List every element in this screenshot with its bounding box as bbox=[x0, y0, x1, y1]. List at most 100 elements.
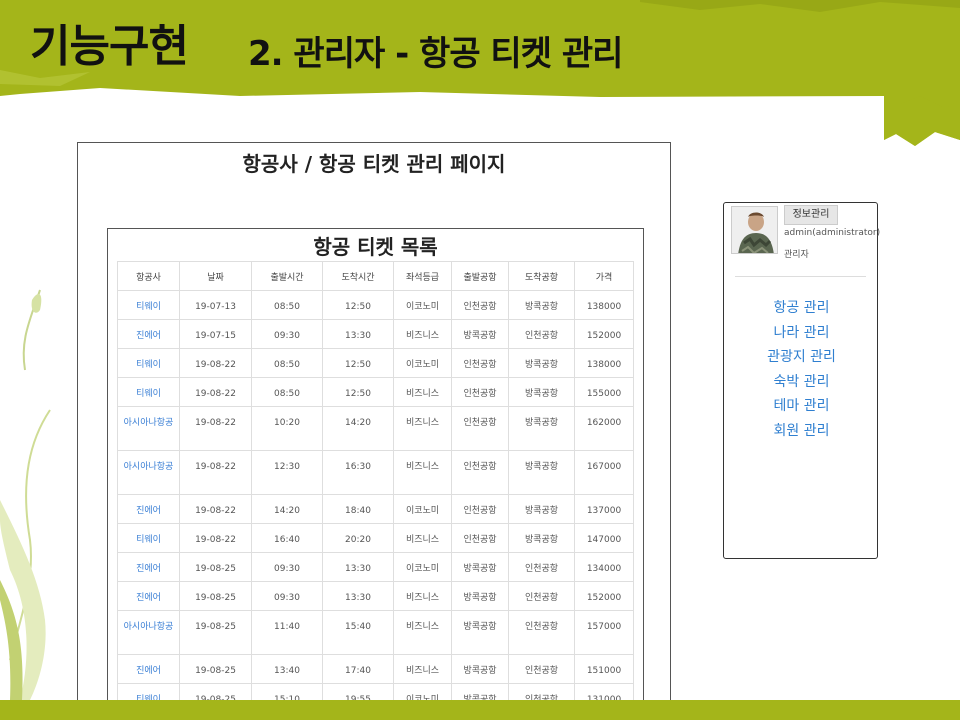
cell-arrival-airport: 인천공항 bbox=[508, 654, 575, 684]
cell-price: 151000 bbox=[574, 654, 634, 684]
cell-departure-airport: 방콕공항 bbox=[451, 610, 509, 655]
cell-departure-time: 08:50 bbox=[251, 290, 323, 320]
column-header-date[interactable]: 날짜 bbox=[179, 261, 252, 291]
cell-price: 137000 bbox=[574, 494, 634, 524]
cell-arrival-time: 16:30 bbox=[322, 450, 394, 495]
sidebar-divider bbox=[735, 276, 866, 277]
table-row[interactable]: 티웨이 19-07-13 08:50 12:50 이코노미 인천공항 방콕공항 138000 bbox=[117, 290, 634, 320]
cell-arrival-time: 13:30 bbox=[322, 581, 394, 611]
cell-airline[interactable]: 진에어 bbox=[117, 654, 180, 684]
cell-airline[interactable]: 아시아나항공 bbox=[117, 406, 180, 451]
cell-price: 157000 bbox=[574, 610, 634, 655]
cell-arrival-airport: 방콕공항 bbox=[508, 348, 575, 378]
cell-arrival-time: 13:30 bbox=[322, 319, 394, 349]
cell-seat-class: 이코노미 bbox=[393, 348, 452, 378]
footer-bar bbox=[0, 700, 960, 720]
cell-departure-airport: 인천공항 bbox=[451, 494, 509, 524]
cell-date: 19-08-22 bbox=[179, 377, 252, 407]
table-row[interactable]: 티웨이 19-08-22 08:50 12:50 비즈니스 인천공항 방콕공항 155000 bbox=[117, 377, 634, 407]
cell-airline[interactable]: 티웨이 bbox=[117, 523, 180, 553]
menu-item-theme[interactable]: 테마 관리 bbox=[724, 394, 879, 419]
cell-airline[interactable]: 아시아나항공 bbox=[117, 450, 180, 495]
cell-departure-airport: 인천공항 bbox=[451, 348, 509, 378]
cell-date: 19-08-25 bbox=[179, 552, 252, 582]
cell-date: 19-08-25 bbox=[179, 610, 252, 655]
table-row[interactable]: 진에어 19-08-25 09:30 13:30 이코노미 방콕공항 인천공항 134000 bbox=[117, 552, 634, 582]
cell-seat-class: 비즈니스 bbox=[393, 319, 452, 349]
cell-date: 19-08-22 bbox=[179, 523, 252, 553]
cell-departure-airport: 인천공항 bbox=[451, 523, 509, 553]
cell-airline[interactable]: 티웨이 bbox=[117, 290, 180, 320]
cell-departure-airport: 방콕공항 bbox=[451, 319, 509, 349]
table-row[interactable]: 진에어 19-07-15 09:30 13:30 비즈니스 방콕공항 인천공항 152000 bbox=[117, 319, 634, 349]
cell-airline[interactable]: 아시아나항공 bbox=[117, 610, 180, 655]
cell-departure-time: 09:30 bbox=[251, 319, 323, 349]
column-header-arrival-airport[interactable]: 도착공항 bbox=[508, 261, 575, 291]
cell-airline[interactable]: 티웨이 bbox=[117, 377, 180, 407]
ticket-list-title: 항공 티켓 목록 bbox=[313, 235, 438, 259]
cell-date: 19-08-22 bbox=[179, 406, 252, 451]
slide-subtitle: 2. 관리자 - 항공 티켓 관리 bbox=[248, 34, 623, 74]
cell-price: 138000 bbox=[574, 348, 634, 378]
cell-seat-class: 비즈니스 bbox=[393, 377, 452, 407]
page-heading: 항공사 / 항공 티켓 관리 페이지 bbox=[242, 152, 506, 176]
menu-item-attraction[interactable]: 관광지 관리 bbox=[724, 345, 879, 370]
cell-departure-airport: 방콕공항 bbox=[451, 654, 509, 684]
cell-departure-time: 12:30 bbox=[251, 450, 323, 495]
menu-item-airline[interactable]: 항공 관리 bbox=[724, 296, 879, 321]
cell-arrival-airport: 인천공항 bbox=[508, 610, 575, 655]
table-row[interactable]: 진에어 19-08-25 09:30 13:30 비즈니스 방콕공항 인천공항 152000 bbox=[117, 581, 634, 611]
table-row[interactable]: 진에어 19-08-22 14:20 18:40 이코노미 인천공항 방콕공항 137000 bbox=[117, 494, 634, 524]
table-row[interactable]: 진에어 19-08-25 13:40 17:40 비즈니스 방콕공항 인천공항 151000 bbox=[117, 654, 634, 684]
ticket-list-box: 항공 티켓 목록 항공사 날짜 출발시간 도착시간 좌석등급 출발공항 도착공항… bbox=[107, 228, 644, 720]
admin-username: admin(administrator) bbox=[784, 228, 881, 238]
cell-seat-class: 비즈니스 bbox=[393, 610, 452, 655]
cell-airline[interactable]: 티웨이 bbox=[117, 348, 180, 378]
table-row[interactable]: 티웨이 19-08-22 16:40 20:20 비즈니스 인천공항 방콕공항 147000 bbox=[117, 523, 634, 553]
cell-arrival-time: 12:50 bbox=[322, 377, 394, 407]
cell-departure-time: 09:30 bbox=[251, 552, 323, 582]
cell-airline[interactable]: 진에어 bbox=[117, 581, 180, 611]
cell-arrival-time: 14:20 bbox=[322, 406, 394, 451]
cell-arrival-time: 13:30 bbox=[322, 552, 394, 582]
cell-arrival-time: 12:50 bbox=[322, 348, 394, 378]
cell-arrival-airport: 방콕공항 bbox=[508, 450, 575, 495]
cell-departure-airport: 인천공항 bbox=[451, 406, 509, 451]
table-row[interactable]: 아시아나항공 19-08-25 11:40 15:40 비즈니스 방콕공항 인천공항 1570… bbox=[117, 610, 634, 655]
menu-item-country[interactable]: 나라 관리 bbox=[724, 321, 879, 346]
cell-seat-class: 비즈니스 bbox=[393, 654, 452, 684]
cell-arrival-time: 18:40 bbox=[322, 494, 394, 524]
table-row[interactable]: 아시아나항공 19-08-22 12:30 16:30 비즈니스 인천공항 방콕공항 1670… bbox=[117, 450, 634, 495]
menu-item-member[interactable]: 회원 관리 bbox=[724, 419, 879, 444]
column-header-airline[interactable]: 항공사 bbox=[117, 261, 180, 291]
cell-departure-airport: 방콕공항 bbox=[451, 552, 509, 582]
column-header-seat-class[interactable]: 좌석등급 bbox=[393, 261, 452, 291]
cell-departure-time: 08:50 bbox=[251, 348, 323, 378]
ticket-table: 항공사 날짜 출발시간 도착시간 좌석등급 출발공항 도착공항 가격 티웨이 19… bbox=[117, 261, 634, 713]
ticket-table-body: 티웨이 19-07-13 08:50 12:50 이코노미 인천공항 방콕공항 138000 진… bbox=[117, 290, 634, 713]
cell-airline[interactable]: 진에어 bbox=[117, 552, 180, 582]
cell-arrival-airport: 방콕공항 bbox=[508, 523, 575, 553]
cell-seat-class: 비즈니스 bbox=[393, 406, 452, 451]
column-header-departure-airport[interactable]: 출발공항 bbox=[451, 261, 509, 291]
cell-departure-time: 13:40 bbox=[251, 654, 323, 684]
slide-title: 기능구현 bbox=[30, 21, 189, 72]
cell-departure-time: 14:20 bbox=[251, 494, 323, 524]
column-header-price[interactable]: 가격 bbox=[574, 261, 634, 291]
table-row[interactable]: 아시아나항공 19-08-22 10:20 14:20 비즈니스 인천공항 방콕공항 1620… bbox=[117, 406, 634, 451]
cell-airline[interactable]: 진에어 bbox=[117, 319, 180, 349]
column-header-arrival-time[interactable]: 도착시간 bbox=[322, 261, 394, 291]
menu-item-accommodation[interactable]: 숙박 관리 bbox=[724, 370, 879, 395]
cell-price: 147000 bbox=[574, 523, 634, 553]
cell-seat-class: 비즈니스 bbox=[393, 581, 452, 611]
cell-airline[interactable]: 진에어 bbox=[117, 494, 180, 524]
cell-departure-airport: 인천공항 bbox=[451, 290, 509, 320]
column-header-departure-time[interactable]: 출발시간 bbox=[251, 261, 323, 291]
cell-arrival-airport: 인천공항 bbox=[508, 319, 575, 349]
cell-price: 134000 bbox=[574, 552, 634, 582]
table-row[interactable]: 티웨이 19-08-22 08:50 12:50 이코노미 인천공항 방콕공항 138000 bbox=[117, 348, 634, 378]
cell-departure-airport: 인천공항 bbox=[451, 377, 509, 407]
info-management-button[interactable]: 정보관리 bbox=[784, 205, 838, 225]
cell-price: 162000 bbox=[574, 406, 634, 451]
cell-departure-time: 11:40 bbox=[251, 610, 323, 655]
